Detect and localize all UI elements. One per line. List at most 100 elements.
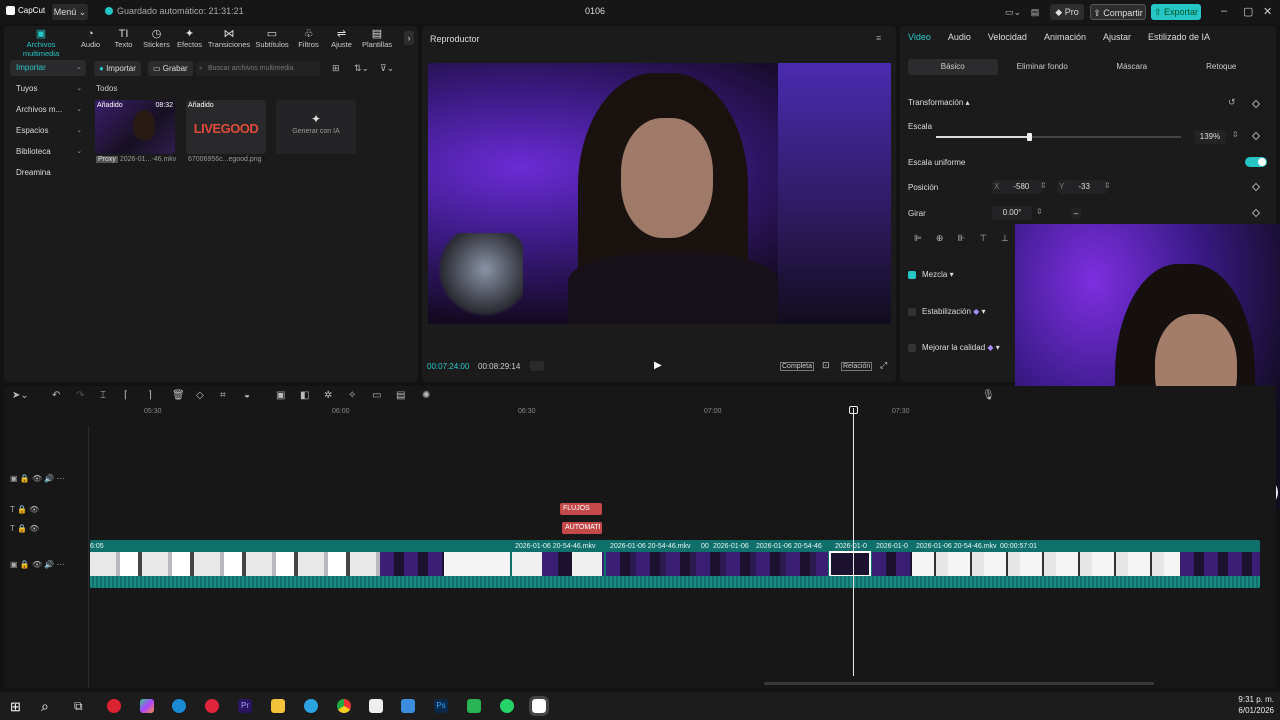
file-explorer-icon[interactable] (271, 699, 285, 713)
webcam-clip[interactable] (872, 552, 912, 576)
subtab-mask[interactable]: Máscara (1087, 59, 1177, 75)
freeze-icon[interactable]: ▣ (276, 390, 285, 401)
enhance-quality-label[interactable]: Mejorar la calidad ◆ ▾ (922, 343, 1000, 352)
split-left-icon[interactable]: ⌈ (124, 390, 128, 401)
redo-icon[interactable]: ↷ (76, 390, 84, 401)
import-button[interactable]: ● Importar (94, 61, 141, 76)
maximize-icon[interactable]: ▢ (1243, 5, 1253, 18)
task-view-icon[interactable]: ⧉ (74, 699, 83, 714)
tab-templates[interactable]: ▤ Plantillas (358, 26, 396, 54)
smart-icon[interactable]: ✺ (422, 390, 430, 401)
transform-heading[interactable]: Transformación ▴ (908, 98, 970, 107)
timeline-scrollbar[interactable] (764, 682, 1154, 685)
split-right-icon[interactable]: ⌉ (148, 390, 152, 401)
microphone-icon[interactable]: 🎙 (982, 390, 995, 401)
menu-button[interactable]: Menú ⌄ (52, 4, 88, 20)
generate-ai-card[interactable]: ✦ Generar con IA (276, 100, 356, 154)
search-icon[interactable]: ⌕ (41, 698, 49, 715)
mixed-clip[interactable] (512, 552, 604, 576)
rotate-dial[interactable]: – (1070, 207, 1082, 219)
keyframe-icon[interactable] (1251, 99, 1261, 109)
capcut-active-icon[interactable] (529, 696, 549, 716)
blend-checkbox[interactable] (908, 271, 916, 279)
tab-stickers[interactable]: ◷ Stickers (140, 26, 173, 54)
nav-files[interactable]: Archivos m... ⌄ (10, 102, 86, 118)
scale-value-input[interactable]: 139% (1194, 130, 1226, 144)
telegram-icon[interactable] (304, 699, 318, 713)
full-quality-button[interactable]: Completa (780, 362, 814, 371)
copilot-icon[interactable] (140, 699, 154, 713)
hamburger-icon[interactable]: ≡ (876, 33, 881, 43)
spreadsheet-icon[interactable] (467, 699, 481, 713)
split-icon[interactable]: ⌶ (100, 390, 106, 401)
fullscreen-icon[interactable]: ⤢ (880, 360, 887, 371)
position-y-input[interactable]: Y -33 (1057, 180, 1107, 194)
timecode-toggle-icon[interactable] (530, 361, 544, 371)
play-icon[interactable]: ▶ (654, 360, 662, 371)
nav-import[interactable]: Importar ⌄ (10, 60, 86, 76)
aspect-ratio-button[interactable]: Relación (841, 362, 873, 371)
windows-start-icon[interactable]: ⊞ (10, 699, 21, 715)
chrome-icon[interactable] (337, 699, 351, 713)
position-x-input[interactable]: X -580 (992, 180, 1042, 194)
close-icon[interactable]: ✕ (1263, 5, 1272, 18)
stabilization-label[interactable]: Estabilización ◆ ▾ (922, 307, 986, 316)
tab-ai-style[interactable]: Estilizado de IA (1148, 32, 1210, 42)
speed-icon[interactable]: ◒ (244, 390, 250, 401)
tab-speed[interactable]: Velocidad (988, 32, 1027, 42)
whatsapp-icon[interactable] (500, 699, 514, 713)
scale-slider-handle[interactable] (1027, 133, 1033, 141)
stepper-icon[interactable]: ⇳ (1232, 130, 1239, 139)
subtab-basic[interactable]: Básico (908, 59, 998, 75)
clock-date[interactable]: 6/01/2026 (1232, 706, 1274, 715)
media-search-input[interactable]: ⌕ Buscar archivos multimedia (196, 61, 320, 76)
pro-button[interactable]: ◆ Pro (1050, 4, 1084, 20)
tab-transitions[interactable]: ⋈ Transiciones (206, 26, 252, 54)
tab-audio[interactable]: ◔ Audio (74, 26, 107, 54)
view-grid-icon[interactable]: ⊞ (332, 63, 340, 74)
tab-audio-props[interactable]: Audio (948, 32, 971, 42)
undo-icon[interactable]: ↶ (52, 390, 60, 401)
crop-tool-icon[interactable]: ⌗ (220, 390, 226, 401)
stepper-icon[interactable]: ⇳ (1036, 207, 1043, 216)
tab-video[interactable]: Video (908, 32, 931, 42)
media-item-video[interactable]: Añadido 08:32 (95, 100, 175, 154)
tab-text[interactable]: TI Texto (107, 26, 140, 54)
magic-icon[interactable]: ✲ (324, 390, 332, 401)
keyframe-icon[interactable] (1251, 182, 1261, 192)
tab-effects[interactable]: ✦ Efectos (173, 26, 206, 54)
shortcuts-icon[interactable]: ▤ (1028, 4, 1042, 20)
screen-recording-clip[interactable] (912, 552, 1180, 576)
mirror-icon[interactable]: ◧ (300, 390, 309, 401)
export-frame-icon[interactable]: ▤ (396, 390, 405, 401)
caption-icon[interactable]: ▭ (372, 390, 381, 401)
app-icon[interactable] (107, 699, 121, 713)
stepper-icon[interactable]: ⇳ (1104, 181, 1111, 190)
align-tools[interactable]: ⊫⊕⊪⊤⊥ (914, 233, 1023, 244)
text-clip[interactable]: FLUJOS (560, 503, 602, 515)
capcut-taskbar-icon[interactable] (369, 699, 383, 713)
sort-icon[interactable]: ⇅⌄ (354, 63, 369, 74)
layout-icon[interactable]: ▭⌄ (1004, 4, 1022, 20)
screen-recording-clip[interactable] (90, 552, 380, 576)
filter-funnel-icon[interactable]: ⊽⌄ (380, 63, 394, 74)
stabilization-checkbox[interactable] (908, 308, 916, 316)
record-button[interactable]: ▭ Grabar (148, 61, 193, 76)
tab-animation[interactable]: Animación (1044, 32, 1086, 42)
tab-adjust-props[interactable]: Ajustar (1103, 32, 1131, 42)
uniform-scale-toggle[interactable] (1245, 157, 1267, 167)
ai-icon[interactable]: ✧ (348, 390, 356, 401)
edge-icon[interactable] (172, 699, 186, 713)
webcam-clip[interactable] (606, 552, 828, 576)
tab-filters[interactable]: ♧ Filtros (292, 26, 325, 54)
scale-slider[interactable] (936, 133, 1181, 141)
photoshop-icon[interactable]: Ps (434, 699, 448, 713)
webcam-clip[interactable] (1180, 552, 1260, 576)
track-controls[interactable]: ▣ 🔒 👁 🔊 ⋯ (10, 560, 65, 569)
opera-icon[interactable] (205, 699, 219, 713)
text-clip[interactable]: AUTOMATI (562, 522, 602, 534)
tab-media[interactable]: ▣ Archivos multimedia (8, 26, 74, 58)
enhance-quality-checkbox[interactable] (908, 344, 916, 352)
crop-icon[interactable]: ⊡ (822, 360, 830, 371)
track-controls[interactable]: ▣ 🔒 👁 🔊 ⋯ (10, 474, 65, 483)
